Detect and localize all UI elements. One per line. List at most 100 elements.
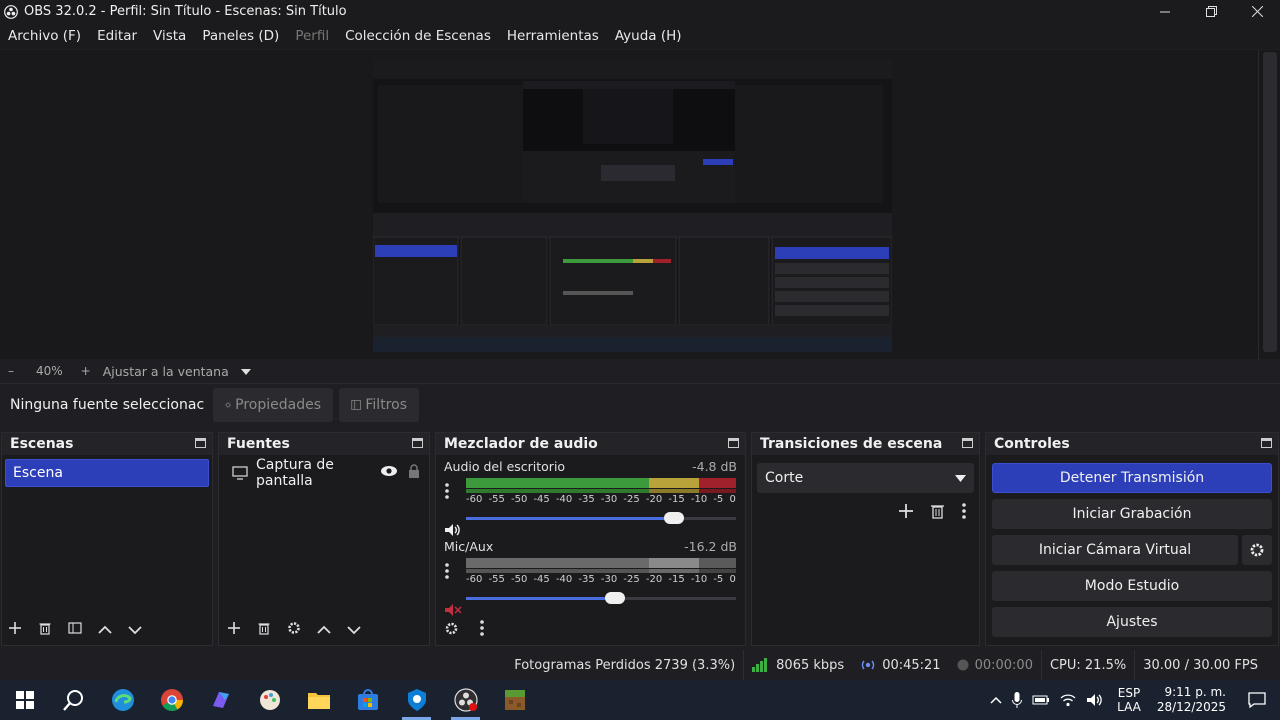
- add-transition-button[interactable]: [898, 503, 914, 523]
- close-button[interactable]: [1234, 0, 1280, 23]
- minecraft-app[interactable]: [490, 680, 539, 720]
- scale-tick: -15: [668, 494, 685, 505]
- undock-icon[interactable]: [195, 437, 206, 451]
- zoom-out-button[interactable]: –: [0, 364, 20, 378]
- volume-meter: [466, 558, 736, 568]
- folder-icon: [307, 693, 330, 709]
- chrome-app[interactable]: [147, 680, 196, 720]
- store-app[interactable]: [343, 680, 392, 720]
- undock-icon[interactable]: [728, 437, 739, 451]
- move-scene-up-button[interactable]: [98, 621, 112, 639]
- signal-bars-icon: [752, 658, 768, 672]
- scale-tick: -15: [668, 574, 685, 585]
- scene-filters-button[interactable]: [68, 621, 82, 639]
- plus-icon: [9, 622, 21, 634]
- language-indicator[interactable]: ESP LAA: [1109, 686, 1149, 714]
- transition-select[interactable]: Corte: [757, 463, 974, 493]
- zoom-in-button[interactable]: +: [69, 364, 97, 378]
- scene-item[interactable]: Escena: [5, 459, 209, 487]
- scenes-toolbar: [2, 615, 212, 645]
- menu-coleccion-escenas[interactable]: Colección de Escenas: [337, 28, 499, 44]
- minimize-button[interactable]: [1142, 0, 1188, 23]
- security-app[interactable]: [392, 680, 441, 720]
- menu-archivo[interactable]: Archivo (F): [0, 28, 89, 44]
- lock-icon[interactable]: [408, 464, 420, 482]
- move-source-down-button[interactable]: [347, 621, 361, 639]
- network-icon[interactable]: [1055, 693, 1081, 707]
- clock-date: 28/12/2025: [1156, 700, 1226, 714]
- slider-knob[interactable]: [604, 592, 625, 604]
- remove-scene-button[interactable]: [38, 621, 52, 639]
- volume-slider-desktop[interactable]: [466, 509, 736, 527]
- monitor-icon: [232, 466, 248, 480]
- add-source-button[interactable]: [227, 621, 241, 639]
- scenes-dock-header: Escenas: [2, 433, 212, 455]
- advanced-audio-button[interactable]: [444, 621, 459, 640]
- preview-canvas[interactable]: [373, 59, 892, 352]
- start-button[interactable]: [0, 680, 49, 720]
- clock[interactable]: 9:11 p. m. 28/12/2025: [1149, 685, 1234, 715]
- microphone-icon[interactable]: [1007, 692, 1027, 708]
- scale-tick: -60: [466, 574, 483, 585]
- source-item[interactable]: Captura de pantalla: [222, 457, 426, 489]
- remove-source-button[interactable]: [257, 621, 271, 639]
- scale-tick: -35: [578, 574, 595, 585]
- undock-icon[interactable]: [412, 437, 423, 451]
- search-button[interactable]: [49, 680, 98, 720]
- menu-paneles[interactable]: Paneles (D): [194, 28, 287, 44]
- undock-icon[interactable]: [962, 437, 973, 451]
- battery-icon[interactable]: [1027, 694, 1055, 706]
- transition-menu-button[interactable]: [961, 503, 967, 523]
- paint-app[interactable]: [245, 680, 294, 720]
- menu-editar[interactable]: Editar: [89, 28, 145, 44]
- visibility-eye-icon[interactable]: [380, 465, 398, 481]
- tray-overflow-button[interactable]: [985, 696, 1007, 704]
- preview-scrollbar[interactable]: [1258, 50, 1280, 359]
- scale-tick: -5: [713, 494, 724, 505]
- volume-meter-peak: [466, 569, 736, 573]
- scale-tick: -10: [690, 494, 708, 505]
- meter-scale: -60 -55 -50 -45 -40 -35 -30 -25 -20 -15 -10 -5 0: [466, 574, 736, 585]
- add-scene-button[interactable]: [8, 621, 22, 639]
- clock-time: 9:11 p. m.: [1164, 685, 1226, 699]
- close-icon: [1251, 6, 1263, 17]
- start-virtual-camera-button[interactable]: Iniciar Cámara Virtual: [992, 535, 1238, 565]
- edge-app[interactable]: [98, 680, 147, 720]
- menu-vista[interactable]: Vista: [145, 28, 194, 44]
- source-properties-button[interactable]: [287, 621, 301, 639]
- zoom-fit-label[interactable]: Ajustar a la ventana: [97, 364, 235, 379]
- undock-icon[interactable]: [1261, 437, 1272, 451]
- settings-button[interactable]: Ajustes: [992, 607, 1272, 637]
- menu-ayuda[interactable]: Ayuda (H): [607, 28, 690, 44]
- channel-name: Mic/Aux: [444, 539, 494, 554]
- sources-toolbar: [219, 615, 429, 645]
- scrollbar-thumb[interactable]: [1263, 52, 1277, 352]
- filters-button[interactable]: Filtros: [339, 387, 419, 422]
- gear-icon: [225, 402, 231, 407]
- channel-menu-icon[interactable]: [444, 483, 458, 503]
- controls-title: Controles: [994, 436, 1070, 452]
- file-explorer-app[interactable]: [294, 680, 343, 720]
- virtual-camera-settings-button[interactable]: [1242, 535, 1272, 565]
- menu-perfil[interactable]: Perfil: [287, 28, 337, 44]
- move-source-up-button[interactable]: [317, 621, 331, 639]
- slider-knob[interactable]: [663, 512, 684, 524]
- status-bar: Fotogramas Perdidos 2739 (3.3%) 8065 kbp…: [0, 650, 1280, 680]
- stop-streaming-button[interactable]: Detener Transmisión: [992, 463, 1272, 493]
- notifications-button[interactable]: [1234, 692, 1280, 708]
- obs-app[interactable]: [441, 680, 490, 720]
- channel-menu-icon[interactable]: [444, 563, 458, 583]
- move-scene-down-button[interactable]: [128, 621, 142, 639]
- restore-button[interactable]: [1188, 0, 1234, 23]
- volume-slider-mic[interactable]: [466, 589, 736, 607]
- remove-transition-button[interactable]: [930, 503, 945, 523]
- mixer-menu-button[interactable]: [479, 620, 485, 640]
- copilot-app[interactable]: [196, 680, 245, 720]
- properties-button[interactable]: Propiedades: [213, 387, 333, 422]
- zoom-dropdown-icon[interactable]: [235, 364, 257, 378]
- studio-mode-button[interactable]: Modo Estudio: [992, 571, 1272, 601]
- start-recording-button[interactable]: Iniciar Grabación: [992, 499, 1272, 529]
- menu-herramientas[interactable]: Herramientas: [499, 28, 607, 44]
- volume-icon[interactable]: [1081, 693, 1109, 707]
- transition-select-value: Corte: [765, 470, 804, 486]
